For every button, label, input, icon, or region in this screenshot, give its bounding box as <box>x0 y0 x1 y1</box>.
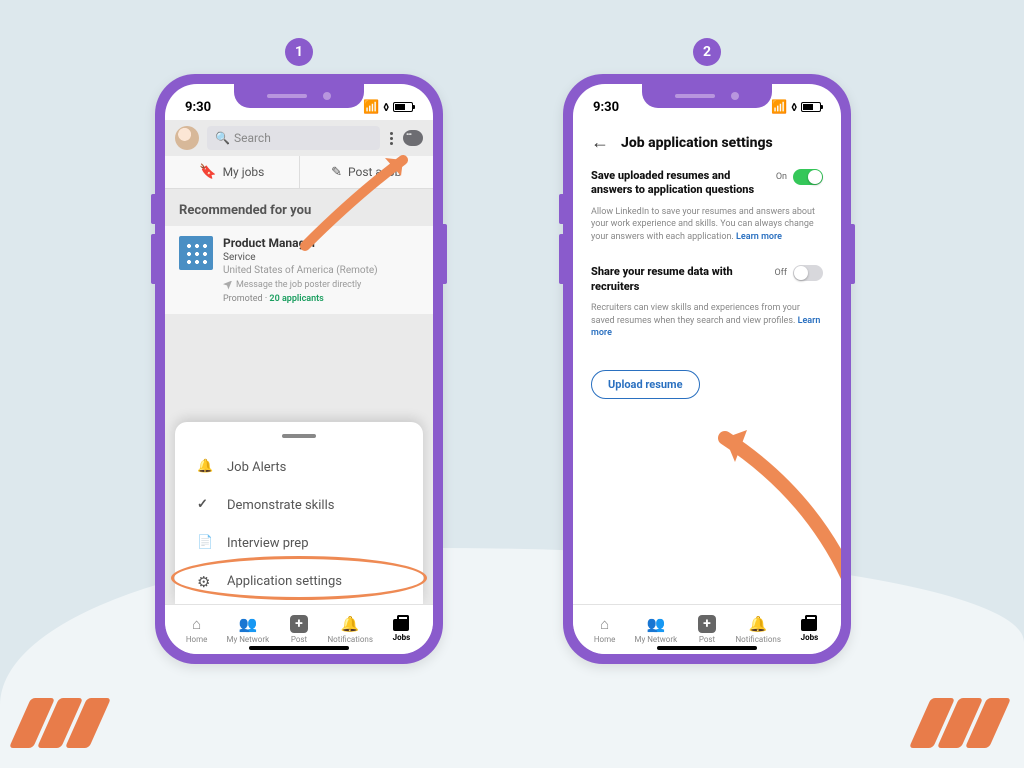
setting-share-resume: Share your resume data with recruiters O… <box>591 265 823 339</box>
edit-icon: ✎ <box>331 165 342 180</box>
phone-notch <box>642 84 772 108</box>
battery-icon <box>393 102 413 112</box>
logo-slashes-right <box>920 698 1004 748</box>
document-icon: 📄 <box>197 535 213 551</box>
home-icon: ⌂ <box>600 615 609 633</box>
logo-slashes-left <box>20 698 104 748</box>
gear-icon <box>197 573 213 589</box>
kebab-menu-icon[interactable] <box>390 132 393 145</box>
bookmark-icon: 🔖 <box>199 164 216 180</box>
home-indicator <box>249 646 349 650</box>
wifi-icon: ◊ <box>383 101 389 114</box>
briefcase-icon <box>801 619 817 631</box>
setting-title: Save uploaded resumes and answers to app… <box>591 169 766 198</box>
briefcase-icon <box>393 619 409 631</box>
people-icon: 👥 <box>646 615 665 633</box>
job-promoted: Promoted <box>223 294 263 304</box>
bell-icon: 🔔 <box>197 459 213 475</box>
battery-icon <box>801 102 821 112</box>
home-icon: ⌂ <box>192 615 201 633</box>
people-icon: 👥 <box>238 615 257 633</box>
sheet-label: Interview prep <box>227 536 309 551</box>
messages-icon[interactable] <box>403 130 423 146</box>
phone-mockup-2: 9:30 📶 ◊ ← Job application settings Save… <box>563 74 851 664</box>
status-time: 9:30 <box>593 100 619 115</box>
sheet-label: Application settings <box>227 574 342 589</box>
step-badge-1: 1 <box>285 38 313 66</box>
setting-title: Share your resume data with recruiters <box>591 265 765 294</box>
send-icon <box>223 281 232 290</box>
sheet-item-interview-prep[interactable]: 📄 Interview prep <box>193 524 405 562</box>
company-logo <box>179 236 213 270</box>
job-title: Product Manager <box>223 236 419 250</box>
job-card[interactable]: Product Manager Service United States of… <box>165 226 433 314</box>
job-location: United States of America (Remote) <box>223 265 419 276</box>
avatar[interactable] <box>175 126 199 150</box>
job-message: Message the job poster directly <box>236 280 361 290</box>
setting-description: Recruiters can view skills and experienc… <box>591 302 823 340</box>
phone-mockup-1: 9:30 📶 ◊ 🔍 Search 🔖 My jobs ✎ <box>155 74 443 664</box>
toggle-switch[interactable] <box>793 265 823 281</box>
search-input[interactable]: 🔍 Search <box>207 126 380 150</box>
back-arrow-icon[interactable]: ← <box>591 132 609 153</box>
upload-resume-button[interactable]: Upload resume <box>591 370 700 399</box>
toggle-state-label: On <box>776 172 787 182</box>
toggle-state-label: Off <box>775 268 787 278</box>
wifi-icon: ◊ <box>791 101 797 114</box>
status-time: 9:30 <box>185 100 211 115</box>
home-indicator <box>657 646 757 650</box>
signal-icon: 📶 <box>771 100 787 115</box>
step-badge-2: 2 <box>693 38 721 66</box>
learn-more-link[interactable]: Learn more <box>736 232 782 242</box>
nav-home[interactable]: ⌂Home <box>171 605 222 654</box>
bell-icon: 🔔 <box>749 615 768 633</box>
tab-my-jobs[interactable]: 🔖 My jobs <box>165 156 299 188</box>
setting-description: Allow LinkedIn to save your resumes and … <box>591 206 823 244</box>
sheet-label: Job Alerts <box>227 460 286 475</box>
setting-save-resumes: Save uploaded resumes and answers to app… <box>591 169 823 243</box>
tab-label: Post a job <box>348 165 401 179</box>
nav-jobs[interactable]: Jobs <box>376 605 427 654</box>
sheet-item-job-alerts[interactable]: 🔔 Job Alerts <box>193 448 405 486</box>
sheet-item-demonstrate-skills[interactable]: Demonstrate skills <box>193 486 405 524</box>
section-title: Recommended for you <box>165 189 433 226</box>
phone-notch <box>234 84 364 108</box>
check-icon <box>197 497 213 513</box>
tab-post-job[interactable]: ✎ Post a job <box>299 156 434 188</box>
search-placeholder: Search <box>234 131 271 145</box>
bottom-sheet: 🔔 Job Alerts Demonstrate skills 📄 Interv… <box>175 422 423 604</box>
background-wave <box>0 548 1024 768</box>
plus-icon: + <box>290 615 308 633</box>
bell-icon: 🔔 <box>341 615 360 633</box>
toggle-switch[interactable] <box>793 169 823 185</box>
sheet-item-application-settings[interactable]: Application settings <box>193 562 405 600</box>
plus-icon: + <box>698 615 716 633</box>
sheet-label: Demonstrate skills <box>227 498 334 513</box>
tab-label: My jobs <box>223 165 265 179</box>
sheet-handle[interactable] <box>282 434 316 438</box>
page-title: Job application settings <box>621 135 773 151</box>
signal-icon: 📶 <box>363 100 379 115</box>
nav-home[interactable]: ⌂Home <box>579 605 630 654</box>
job-applicants: 20 applicants <box>269 294 323 304</box>
nav-jobs[interactable]: Jobs <box>784 605 835 654</box>
job-company: Service <box>223 252 419 263</box>
